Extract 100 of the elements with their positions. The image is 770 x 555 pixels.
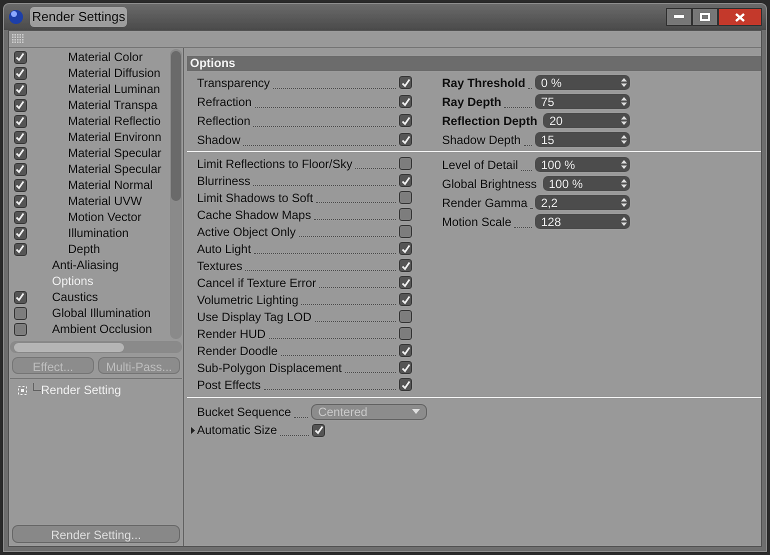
tree-item[interactable]: Material Luminan	[68, 80, 160, 98]
option-label: Render Doodle	[197, 342, 278, 360]
checkbox[interactable]	[14, 290, 26, 304]
checkbox[interactable]	[399, 361, 412, 374]
tree-item[interactable]: Caustics	[52, 288, 98, 306]
tree-item[interactable]: Motion Vector	[68, 208, 142, 226]
minimize-button[interactable]	[666, 8, 692, 26]
checkbox[interactable]	[14, 210, 26, 224]
tree-item[interactable]: Ambient Occlusion	[52, 320, 152, 338]
dropdown-arrow-icon	[412, 409, 420, 414]
number-field[interactable]: 20	[543, 113, 630, 128]
expand-arrow-icon	[191, 426, 195, 434]
tree-item[interactable]: Material Specular	[68, 160, 162, 178]
tree-item[interactable]: Material Environn	[68, 128, 162, 146]
number-field[interactable]: 75	[535, 94, 630, 109]
option-label: Blurriness	[197, 172, 250, 190]
number-field[interactable]: 128	[535, 214, 630, 229]
option-label: Cache Shadow Maps	[197, 206, 312, 224]
checkbox[interactable]	[399, 327, 412, 340]
checkbox[interactable]	[14, 178, 26, 192]
checkbox[interactable]	[14, 194, 26, 208]
checkbox[interactable]	[399, 276, 412, 289]
option-label: Motion Scale	[442, 214, 512, 230]
tree-item[interactable]: Material Diffusion	[68, 64, 160, 82]
checkbox[interactable]	[14, 162, 26, 176]
option-label: Sub-Polygon Displacement	[197, 360, 342, 376]
option-label: Level of Detail	[442, 156, 518, 174]
app-icon	[8, 9, 24, 25]
checkbox[interactable]	[14, 306, 26, 320]
option-label: Ray Depth	[442, 94, 502, 110]
number-field[interactable]: 100 %	[542, 176, 630, 191]
checkbox[interactable]	[399, 208, 412, 221]
grip-icon	[12, 34, 24, 44]
checkbox[interactable]	[14, 98, 26, 112]
checkbox[interactable]	[14, 114, 26, 128]
tree-item[interactable]: Material Normal	[68, 176, 153, 194]
spinner-icon	[621, 116, 627, 125]
checkbox[interactable]	[14, 82, 26, 96]
checkbox[interactable]	[14, 50, 26, 64]
checkbox[interactable]	[312, 424, 325, 436]
option-label: Reflection	[197, 112, 250, 130]
option-label: Automatic Size	[197, 422, 278, 439]
tree-item[interactable]: Material Reflectio	[68, 112, 161, 130]
option-label: Bucket Sequence	[197, 404, 292, 420]
maximize-icon	[700, 13, 710, 21]
checkbox[interactable]	[399, 242, 412, 255]
close-icon	[735, 12, 745, 22]
spinner-icon	[621, 97, 627, 106]
checkbox[interactable]	[399, 191, 412, 204]
checkbox[interactable]	[14, 146, 26, 160]
option-label: Volumetric Lighting	[197, 292, 298, 308]
number-field[interactable]: 100 %	[535, 157, 630, 172]
number-field[interactable]: 2,2	[535, 195, 630, 210]
spinner-icon	[621, 135, 627, 144]
target-icon	[18, 386, 27, 394]
spinner-icon	[621, 198, 627, 207]
checkbox[interactable]	[399, 225, 412, 238]
checkbox[interactable]	[399, 259, 412, 272]
option-label: Limit Shadows to Soft	[197, 190, 314, 206]
maximize-button[interactable]	[692, 8, 718, 26]
option-label: Auto Light	[197, 240, 252, 258]
option-label: Cancel if Texture Error	[197, 274, 316, 292]
tree-item[interactable]: Depth	[68, 240, 100, 258]
option-label: Reflection Depth	[442, 112, 538, 130]
option-label: Global Brightness	[442, 176, 537, 192]
checkbox[interactable]	[399, 344, 412, 357]
checkbox[interactable]	[399, 114, 412, 127]
option-label: Active Object Only	[197, 224, 296, 240]
checkbox[interactable]	[399, 133, 412, 146]
number-field[interactable]: 0 %	[535, 75, 630, 90]
tree-item[interactable]: Material Transpa	[68, 96, 158, 114]
checkbox[interactable]	[399, 157, 412, 170]
close-button[interactable]	[718, 8, 762, 26]
tree-item[interactable]: Material Specular	[68, 144, 162, 162]
tree-item[interactable]: Material Color	[68, 49, 143, 66]
window-title: Render Settings	[30, 7, 128, 27]
checkbox[interactable]	[14, 242, 26, 256]
option-label: Refraction	[197, 94, 252, 110]
checkbox[interactable]	[399, 95, 412, 108]
checkbox[interactable]	[399, 174, 412, 187]
checkbox[interactable]	[14, 130, 26, 144]
checkbox[interactable]	[14, 66, 26, 80]
spinner-icon	[621, 160, 627, 169]
checkbox[interactable]	[14, 226, 26, 240]
option-label: Limit Reflections to Floor/Sky	[197, 156, 352, 172]
number-field[interactable]: 15	[535, 132, 630, 147]
tree-item[interactable]: Global Illumination	[52, 304, 151, 322]
checkbox[interactable]	[14, 322, 26, 336]
option-label: Ray Threshold	[442, 74, 526, 92]
tree-item[interactable]: Material UVW	[68, 192, 142, 210]
vertical-scrollbar[interactable]	[170, 49, 182, 339]
tree-item[interactable]: Illumination	[68, 224, 129, 242]
tree-item[interactable]: Anti-Aliasing	[52, 256, 119, 274]
horizontal-scrollbar[interactable]	[10, 341, 182, 353]
option-label: Transparency	[197, 74, 270, 92]
checkbox[interactable]	[399, 293, 412, 306]
checkbox[interactable]	[399, 76, 412, 89]
checkbox[interactable]	[399, 378, 412, 391]
checkbox[interactable]	[399, 310, 412, 323]
option-label: Use Display Tag LOD	[197, 308, 312, 326]
